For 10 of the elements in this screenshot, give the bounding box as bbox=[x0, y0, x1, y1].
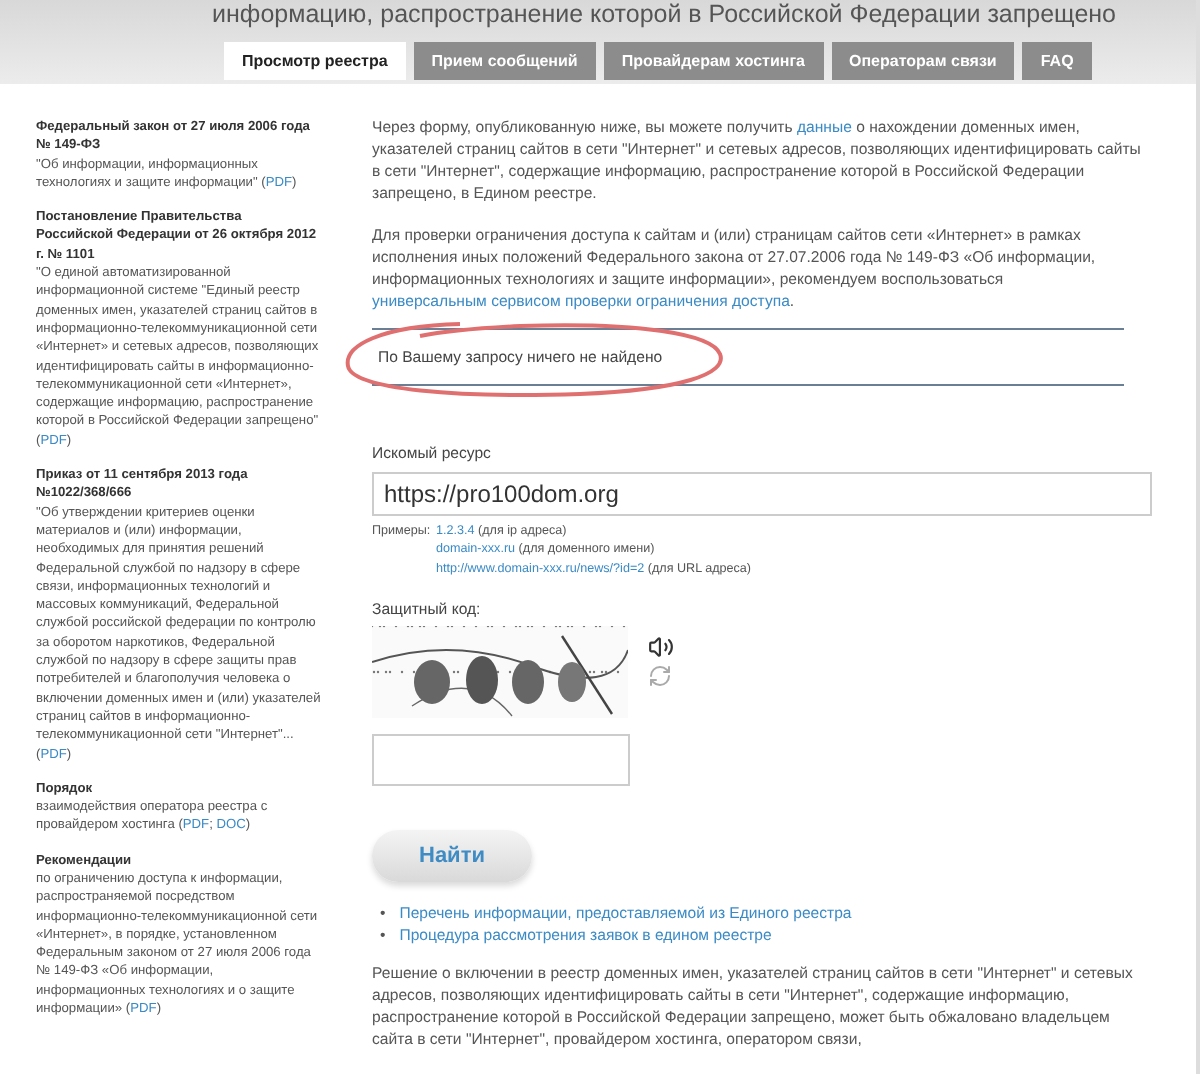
tab[interactable]: Операторам связи bbox=[831, 42, 1015, 80]
speaker-icon[interactable] bbox=[648, 633, 674, 660]
search-button[interactable]: Найти bbox=[372, 829, 532, 882]
resource-input[interactable]: https://pro100dom.org bbox=[372, 472, 1152, 516]
tab[interactable]: Провайдерам хостинга bbox=[603, 42, 823, 80]
tab[interactable]: FAQ bbox=[1022, 42, 1092, 80]
page-title: информацию, распространение которой в Российской Федерации запрещено bbox=[212, 0, 1118, 30]
tab[interactable]: Прием сообщений bbox=[413, 42, 596, 80]
code-input[interactable] bbox=[372, 733, 630, 786]
tab[interactable]: Просмотр реестра bbox=[224, 42, 406, 80]
